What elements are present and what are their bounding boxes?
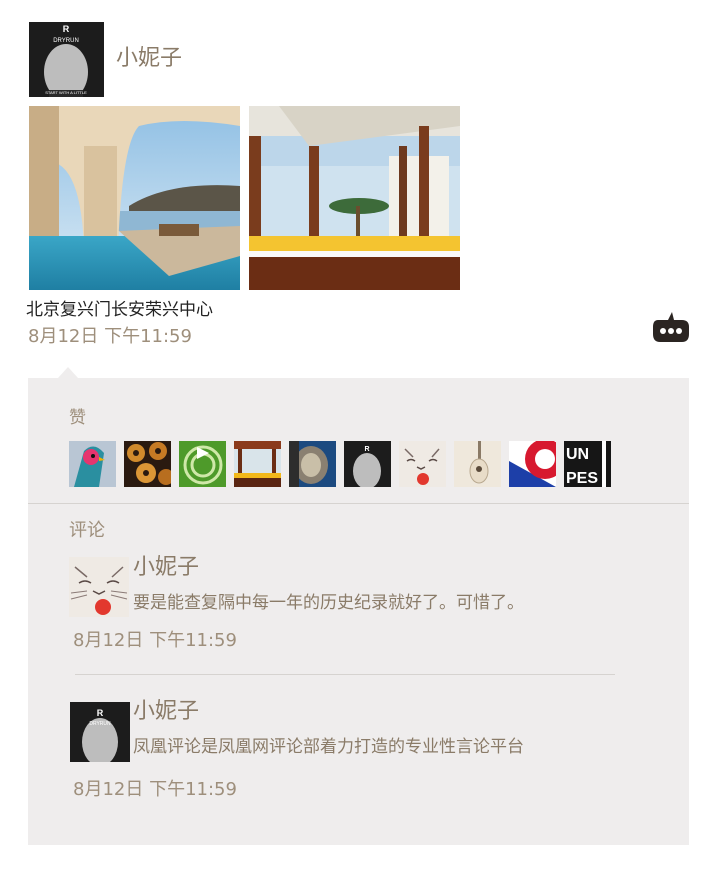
comment-bubble-icon — [653, 312, 689, 342]
liker-avatar-text[interactable]: UN PES — [564, 441, 611, 487]
svg-text:R: R — [97, 708, 104, 718]
section-divider — [28, 503, 689, 504]
avatar-slogan-text: START WITH A LITTLE — [45, 90, 87, 95]
comment-text: 要是能查复隔中每一年的历史纪录就好了。可惜了。 — [133, 593, 524, 613]
comment-timestamp: 8月12日 下午11:59 — [73, 779, 237, 800]
likes-label: 赞 — [69, 408, 86, 428]
likes-avatar-list: R UN PES — [69, 441, 611, 487]
liker-avatar-donut[interactable] — [124, 441, 171, 487]
liker-avatar-coin[interactable] — [289, 441, 336, 487]
panel-pointer — [58, 367, 78, 378]
avatar-logo-text: DRYRUN — [89, 721, 111, 727]
liker-avatar-bird[interactable] — [69, 441, 116, 487]
commenter-avatar[interactable]: R DRYRUN — [70, 702, 130, 762]
comment-timestamp: 8月12日 下午11:59 — [73, 630, 237, 651]
comment-text: 凤凰评论是凤凰网评论部着力打造的专业性言论平台 — [133, 737, 524, 757]
liker-avatar-flag[interactable] — [509, 441, 556, 487]
more-options-button[interactable] — [652, 310, 690, 344]
svg-text:UN: UN — [566, 446, 589, 463]
poster-name[interactable]: 小妮子 — [116, 44, 182, 74]
liker-avatar-green-swirl[interactable] — [179, 441, 226, 487]
avatar-logo-text: DRYRUN — [53, 38, 79, 44]
post-location[interactable]: 北京复兴门长安荣兴中心 — [26, 298, 213, 322]
comment-author[interactable]: 小妮子 — [133, 698, 199, 726]
comments-label: 评论 — [69, 520, 105, 541]
comment-divider — [75, 674, 615, 675]
photo-cabana-view[interactable] — [249, 106, 460, 290]
post-timestamp: 8月12日 下午11:59 — [28, 326, 192, 347]
svg-text:R: R — [364, 446, 369, 453]
liker-avatar-cat[interactable] — [399, 441, 446, 487]
photo-pool-view[interactable] — [29, 106, 240, 290]
commenter-avatar[interactable] — [69, 557, 129, 617]
liker-avatar-resort[interactable] — [234, 441, 281, 487]
svg-text:R: R — [63, 24, 70, 34]
poster-avatar[interactable]: R DRYRUN START WITH A LITTLE — [29, 22, 104, 97]
svg-text:PES: PES — [566, 470, 598, 487]
liker-avatar-guitar[interactable] — [454, 441, 501, 487]
comment-author[interactable]: 小妮子 — [133, 554, 199, 582]
liker-avatar-dryrun[interactable]: R — [344, 441, 391, 487]
